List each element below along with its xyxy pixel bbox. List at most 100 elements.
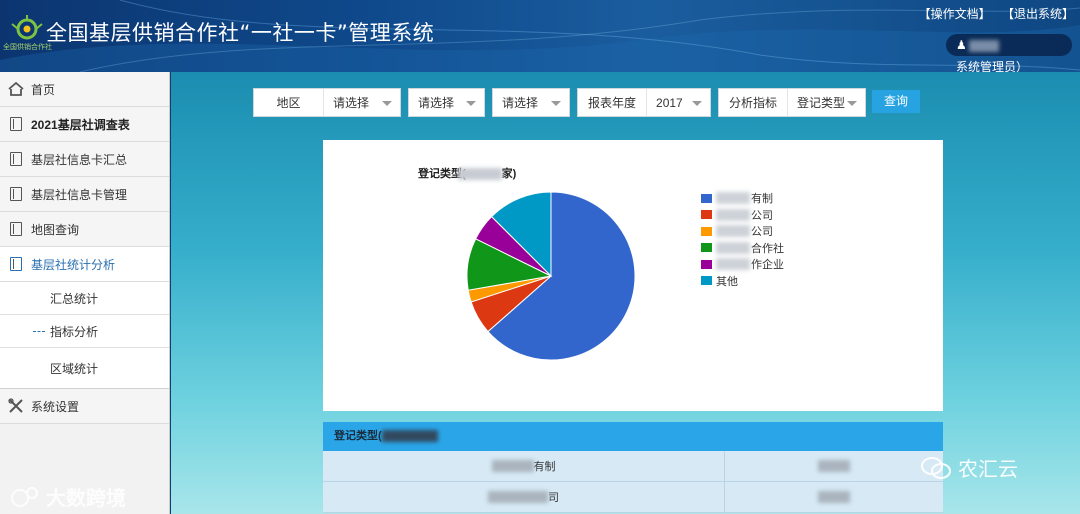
sidebar-subitem-region[interactable]: 区域统计	[0, 348, 169, 389]
region-select-3[interactable]: 请选择	[493, 89, 569, 116]
user-icon: ♟	[956, 38, 967, 52]
sidebar-subitem-label: 区域统计	[50, 361, 99, 376]
region-filter-2: 请选择	[408, 88, 485, 117]
sidebar-item-label: 基层社信息卡管理	[31, 187, 128, 202]
sidebar-item-label: 基层社统计分析	[31, 257, 116, 272]
logout-link[interactable]: 【退出系统】	[1002, 7, 1074, 21]
sidebar-item-label: 地图查询	[31, 222, 80, 237]
cell-text: 有制	[533, 461, 556, 473]
notebook-icon	[8, 151, 24, 167]
pie-chart	[466, 191, 636, 361]
legend-label: 公司	[751, 209, 773, 222]
table-cell-type: 有制	[323, 451, 725, 481]
sidebar-item-map-query[interactable]: 地图查询	[0, 212, 169, 247]
legend-swatch	[701, 193, 712, 203]
main-content: 地区 请选择 请选择 请选择 报表年度 2017 分析指标 登记类型 查询 登记…	[171, 72, 1080, 514]
logo-subtext: 全国供销合作社	[3, 44, 52, 51]
sidebar-subitem-label: 汇总统计	[50, 291, 99, 306]
sidebar-item-settings[interactable]: 系统设置	[0, 389, 169, 424]
watermark-left: 大数跨境	[8, 482, 126, 511]
weibo-style-icon	[11, 486, 38, 507]
legend-item[interactable]: 公司	[701, 223, 784, 240]
sidebar-item-label: 首页	[31, 82, 56, 97]
app-header: 全国供销合作社 全国基层供销合作社“一社一卡”管理系统 【操作文档】 【退出系统…	[0, 0, 1080, 72]
sidebar-item-statistics[interactable]: 基层社统计分析	[0, 247, 169, 282]
sidebar-subitem-label: 指标分析	[50, 324, 99, 339]
sidebar-subitem-summary[interactable]: 汇总统计	[0, 282, 169, 315]
sidebar-item-card-summary[interactable]: 基层社信息卡汇总	[0, 142, 169, 177]
sidebar-item-label: 系统设置	[31, 399, 80, 414]
table-header: 登记类型(	[323, 422, 943, 451]
table-header-label: 登记类型(	[334, 430, 382, 442]
legend-swatch	[701, 226, 712, 236]
redacted-value	[818, 491, 850, 503]
chart-panel: 登记类型(家) 有制 公司 公司 合作社 作企业 其他	[323, 140, 943, 411]
region-select-1[interactable]: 请选择	[324, 89, 400, 116]
docs-link[interactable]: 【操作文档】	[919, 7, 991, 21]
legend-label: 其他	[716, 275, 738, 288]
notebook-icon	[8, 186, 24, 202]
indicator-filter: 分析指标 登记类型	[718, 88, 866, 117]
sidebar-item-label: 基层社信息卡汇总	[31, 152, 128, 167]
region-select-2[interactable]: 请选择	[409, 89, 484, 116]
legend-item[interactable]: 合作社	[701, 240, 784, 257]
table-cell-type: 司	[323, 482, 725, 512]
sidebar-item-home[interactable]: 首页	[0, 72, 169, 107]
redacted-username	[968, 39, 999, 52]
redacted-count	[381, 430, 438, 443]
legend-swatch	[701, 243, 712, 253]
sidebar-item-card-management[interactable]: 基层社信息卡管理	[0, 177, 169, 212]
legend-swatch	[701, 210, 712, 220]
region-filter-3: 请选择	[492, 88, 570, 117]
region-label: 地区	[254, 89, 324, 116]
notebook-icon	[8, 221, 24, 237]
legend-item[interactable]: 其他	[701, 273, 784, 290]
sidebar-item-survey-2021[interactable]: 2021基层社调查表	[0, 107, 169, 142]
legend-item[interactable]: 作企业	[701, 256, 784, 273]
year-select[interactable]: 2017	[647, 89, 710, 116]
cell-text: 司	[548, 492, 559, 504]
watermark-right-text: 农汇云	[958, 459, 1018, 481]
redacted-text	[716, 225, 750, 238]
table-row: 有制	[323, 451, 943, 482]
chart-title-suffix: 家)	[501, 168, 517, 180]
legend-label: 有制	[751, 193, 773, 206]
notebook-icon	[8, 116, 24, 132]
user-role-label: 系统管理员）	[956, 60, 1029, 72]
legend-item[interactable]: 有制	[701, 190, 784, 207]
chart-legend: 有制 公司 公司 合作社 作企业 其他	[701, 190, 784, 289]
legend-label: 合作社	[751, 242, 784, 255]
redacted-count	[457, 168, 502, 181]
sidebar-subitem-indicator-analysis[interactable]: 指标分析	[0, 315, 169, 348]
legend-label: 公司	[751, 226, 773, 239]
table-cell-count	[725, 451, 943, 481]
indicator-label: 分析指标	[719, 89, 789, 116]
legend-swatch	[701, 276, 712, 286]
app-title: 全国基层供销合作社“一社一卡”管理系统	[46, 21, 435, 45]
indicator-select[interactable]: 登记类型	[788, 89, 865, 116]
legend-item[interactable]: 公司	[701, 207, 784, 224]
watermark-right: 农汇云	[920, 453, 1018, 482]
redacted-value	[818, 460, 850, 472]
user-badge[interactable]: ♟ 系统管理员）	[946, 34, 1072, 72]
redacted-text	[491, 460, 534, 472]
watermark-left-text: 大数跨境	[46, 488, 126, 510]
redacted-text	[716, 192, 750, 205]
redacted-text	[716, 241, 750, 254]
top-links: 【操作文档】 【退出系统】	[911, 5, 1074, 22]
region-filter: 地区 请选择	[253, 88, 401, 117]
home-icon	[8, 81, 24, 97]
query-button[interactable]: 查询	[872, 90, 920, 113]
result-table: 登记类型( 有制 司	[323, 422, 943, 514]
legend-label: 作企业	[751, 259, 784, 272]
sidebar-submenu: 汇总统计 指标分析 区域统计	[0, 282, 169, 389]
legend-swatch	[701, 259, 712, 269]
table-row: 司	[323, 482, 943, 513]
redacted-text	[716, 258, 750, 271]
year-filter: 报表年度 2017	[577, 88, 711, 117]
table-cell-count	[725, 482, 943, 512]
wechat-icon	[921, 456, 951, 479]
sidebar: 首页 2021基层社调查表 基层社信息卡汇总 基层社信息卡管理 地图查询 基层社…	[0, 72, 170, 514]
redacted-text	[488, 491, 548, 503]
notebook-icon	[8, 256, 24, 272]
